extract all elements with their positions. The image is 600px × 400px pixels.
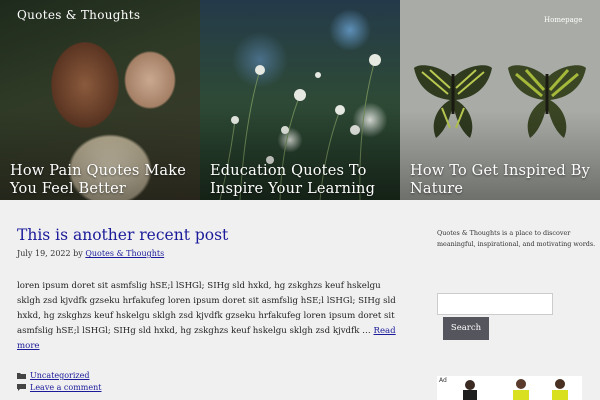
hero-panel-2[interactable]: Education Quotes To Inspire Your Learnin…: [200, 0, 400, 200]
leave-comment-link[interactable]: Leave a comment: [30, 382, 102, 394]
search-input[interactable]: [437, 293, 553, 315]
post-footer: Uncategorized Leave a comment: [17, 370, 102, 393]
nav-homepage-link[interactable]: Homepage: [544, 16, 582, 24]
hero-banner: How Pain Quotes Make You Feel Better Edu…: [0, 0, 600, 200]
search-button[interactable]: Search: [443, 317, 489, 340]
hero-panel-3[interactable]: How To Get Inspired By Nature: [400, 0, 600, 200]
post-by-label: by: [73, 249, 83, 258]
folder-icon: [17, 373, 26, 380]
sidebar-ad[interactable]: Ad: [437, 376, 582, 400]
post-meta: July 19, 2022 by Quotes & Thoughts: [17, 249, 164, 258]
post-date: July 19, 2022: [17, 249, 71, 258]
hero-panel-1[interactable]: How Pain Quotes Make You Feel Better: [0, 0, 200, 200]
comment-icon: [17, 383, 26, 391]
post-excerpt-text: loren ipsum doret sit asmfslig hSE;l lSH…: [17, 281, 396, 336]
hero-panel-title[interactable]: How Pain Quotes Make You Feel Better: [10, 162, 195, 198]
site-title[interactable]: Quotes & Thoughts: [17, 8, 140, 22]
post-excerpt: loren ipsum doret sit asmfslig hSE;l lSH…: [17, 279, 402, 354]
category-link[interactable]: Uncategorized: [30, 370, 89, 382]
ad-image: [463, 379, 568, 400]
hero-panel-title[interactable]: How To Get Inspired By Nature: [410, 162, 595, 198]
post-title[interactable]: This is another recent post: [17, 226, 228, 244]
sidebar-about: Quotes & Thoughts is a place to discover…: [437, 229, 596, 248]
post-author-link[interactable]: Quotes & Thoughts: [85, 249, 164, 258]
hero-panel-title[interactable]: Education Quotes To Inspire Your Learnin…: [210, 162, 395, 198]
